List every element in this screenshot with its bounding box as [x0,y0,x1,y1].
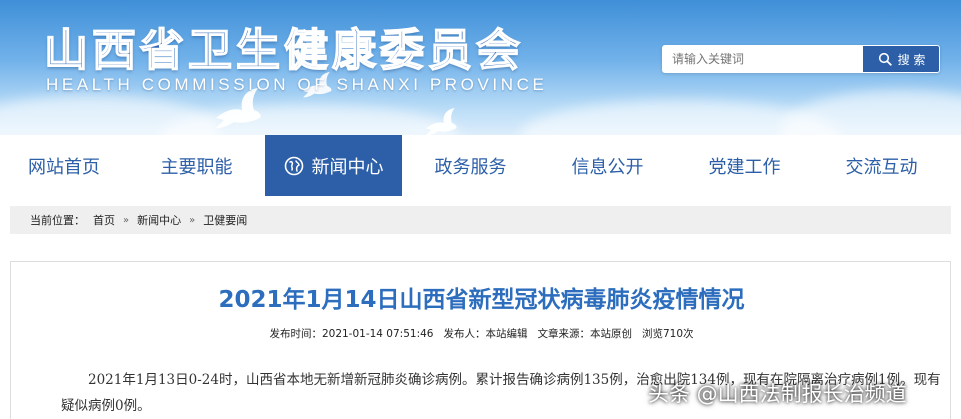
nav-item-label: 政务服务 [434,156,507,178]
globe-icon [284,156,303,175]
publish-time-label: 发布时间： [269,328,322,340]
nav-item-services[interactable]: 政务服务 [402,135,539,196]
search-box: 搜 索 [662,45,940,73]
site-subtitle: HEALTH COMMISSION OF SHANXI PROVINCE [46,75,548,94]
view-count: 浏览710次 [641,328,694,340]
search-button-label: 搜 索 [897,52,926,67]
nav-item-home[interactable]: 网站首页 [0,135,128,196]
nav-item-label: 交流互动 [845,156,918,178]
publisher: 本站编辑 [485,328,528,340]
nav-item-interaction[interactable]: 交流互动 [813,135,950,196]
nav-item-label: 新闻中心 [311,156,384,178]
breadcrumb-separator: » [123,214,130,226]
breadcrumb-link-news[interactable]: 新闻中心 [137,212,181,228]
source: 本站原创 [589,328,632,340]
dove-icon [426,108,457,135]
search-button[interactable]: 搜 索 [863,46,939,72]
article-meta: 发布时间：2021-01-14 07:51:46 发布人：本站编辑 文章来源：本站原… [11,326,952,341]
nav-item-disclosure[interactable]: 信息公开 [539,135,676,196]
breadcrumb-separator: » [189,214,196,226]
breadcrumb: 当前位置： 首页 » 新闻中心 » 卫健要闻 [10,206,951,234]
article-title: 2021年1月14日山西省新型冠状病毒肺炎疫情情况 [218,287,745,313]
cloud-decoration [160,105,460,135]
nav-item-label: 网站首页 [28,156,100,178]
nav-item-news[interactable]: 新闻中心 [265,135,402,196]
watermark: 头条 @山西法制报长治频道 [648,382,907,406]
breadcrumb-prefix: 当前位置： [30,214,85,227]
search-input[interactable] [663,46,861,72]
site-title: 山西省卫生健康委员会 [43,24,524,77]
nav-item-label: 党建工作 [708,156,781,178]
breadcrumb-link-home[interactable]: 首页 [93,212,115,228]
publish-time: 2021-01-14 07:51:46 [321,328,434,340]
source-label: 文章来源： [537,328,590,340]
main-nav: 网站首页 主要职能 新闻中心 政务服务 信息公开 党建工作 交流互动 [0,135,961,196]
breadcrumb-section: 当前位置： 首页 » 新闻中心 » 卫健要闻 [0,196,961,249]
header-banner: 山西省卫生健康委员会 HEALTH COMMISSION OF SHANXI P… [0,0,961,135]
publisher-label: 发布人： [443,328,486,340]
nav-item-party[interactable]: 党建工作 [676,135,813,196]
cloud-decoration [780,90,961,135]
nav-item-functions[interactable]: 主要职能 [128,135,265,196]
nav-item-label: 信息公开 [571,156,644,178]
breadcrumb-link-health-news[interactable]: 卫健要闻 [203,212,247,228]
nav-item-label: 主要职能 [160,156,233,178]
search-icon [878,52,892,66]
